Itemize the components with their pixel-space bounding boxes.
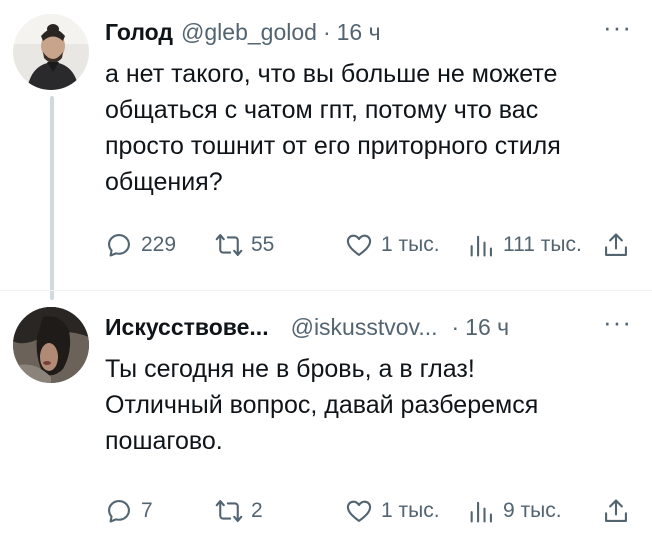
like-button[interactable]: 1 тыс. [345,228,440,262]
views-icon [470,235,492,257]
views-count: 9 тыс. [503,499,562,522]
tweet-header: Искусствове... @iskusstvov... · 16 ч ··· [105,309,632,345]
reply-button[interactable]: 229 [105,228,176,262]
timestamp[interactable]: 16 ч [337,19,381,46]
author-handle[interactable]: @gleb_golod [181,19,317,46]
repost-button[interactable]: 55 [215,228,274,262]
heart-icon [346,500,372,522]
tweet-2[interactable]: Искусствове... @iskusstvov... · 16 ч ···… [0,291,652,539]
text-line: общения? [105,168,223,196]
text-line: общаться с чатом гпт, потому что вас [105,96,539,124]
text-line: просто тошнит от его приторного стиля [105,132,561,160]
tweet-text: Ты сегодня не в бровь, а в глаз! Отличны… [105,351,628,459]
action-bar: 7 2 1 тыс. 9 тыс. [105,494,632,528]
like-count: 1 тыс. [381,233,440,256]
more-options-icon[interactable]: ··· [603,14,632,40]
tweet-header: Голод @gleb_golod · 16 ч ··· [105,14,632,50]
separator-dot: · [451,313,460,340]
reply-icon [108,234,130,257]
views-count: 111 тыс. [503,233,582,256]
repost-count: 55 [251,233,275,256]
reply-count: 7 [141,499,153,522]
author-handle[interactable]: @iskusstvov... [291,314,438,341]
heart-icon [346,234,372,256]
share-button[interactable] [602,494,630,528]
timestamp[interactable]: 16 ч [465,314,509,341]
more-options-icon[interactable]: ··· [603,309,632,335]
avatar[interactable] [13,14,89,90]
avatar[interactable] [13,307,89,383]
like-button[interactable]: 1 тыс. [345,494,440,528]
share-icon [605,499,627,522]
share-button[interactable] [602,228,630,262]
tweet-text: а нет такого, что вы больше не можете об… [105,56,628,200]
text-line: Ты сегодня не в бровь, а в глаз! [105,355,475,383]
repost-icon [215,234,243,256]
share-icon [605,233,627,256]
repost-icon [215,500,243,522]
views-button[interactable]: 9 тыс. [467,494,562,528]
tweet-1[interactable]: Голод @gleb_golod · 16 ч ··· а нет таког… [0,0,652,290]
text-line: а нет такого, что вы больше не можете [105,60,558,88]
separator-dot: · [322,18,331,45]
views-button[interactable]: 111 тыс. [467,228,582,262]
text-line: Отличный вопрос, давай разберемся [105,391,539,419]
author-name[interactable]: Голод [105,19,173,46]
author-name[interactable]: Искусствове... [105,314,269,341]
repost-count: 2 [251,499,263,522]
views-icon [470,501,492,523]
like-count: 1 тыс. [381,499,440,522]
reply-button[interactable]: 7 [105,494,153,528]
text-line: пошагово. [105,427,223,455]
reply-count: 229 [141,233,177,256]
reply-icon [108,500,130,523]
action-bar: 229 55 1 тыс. 111 тыс. [105,228,632,262]
repost-button[interactable]: 2 [215,494,263,528]
